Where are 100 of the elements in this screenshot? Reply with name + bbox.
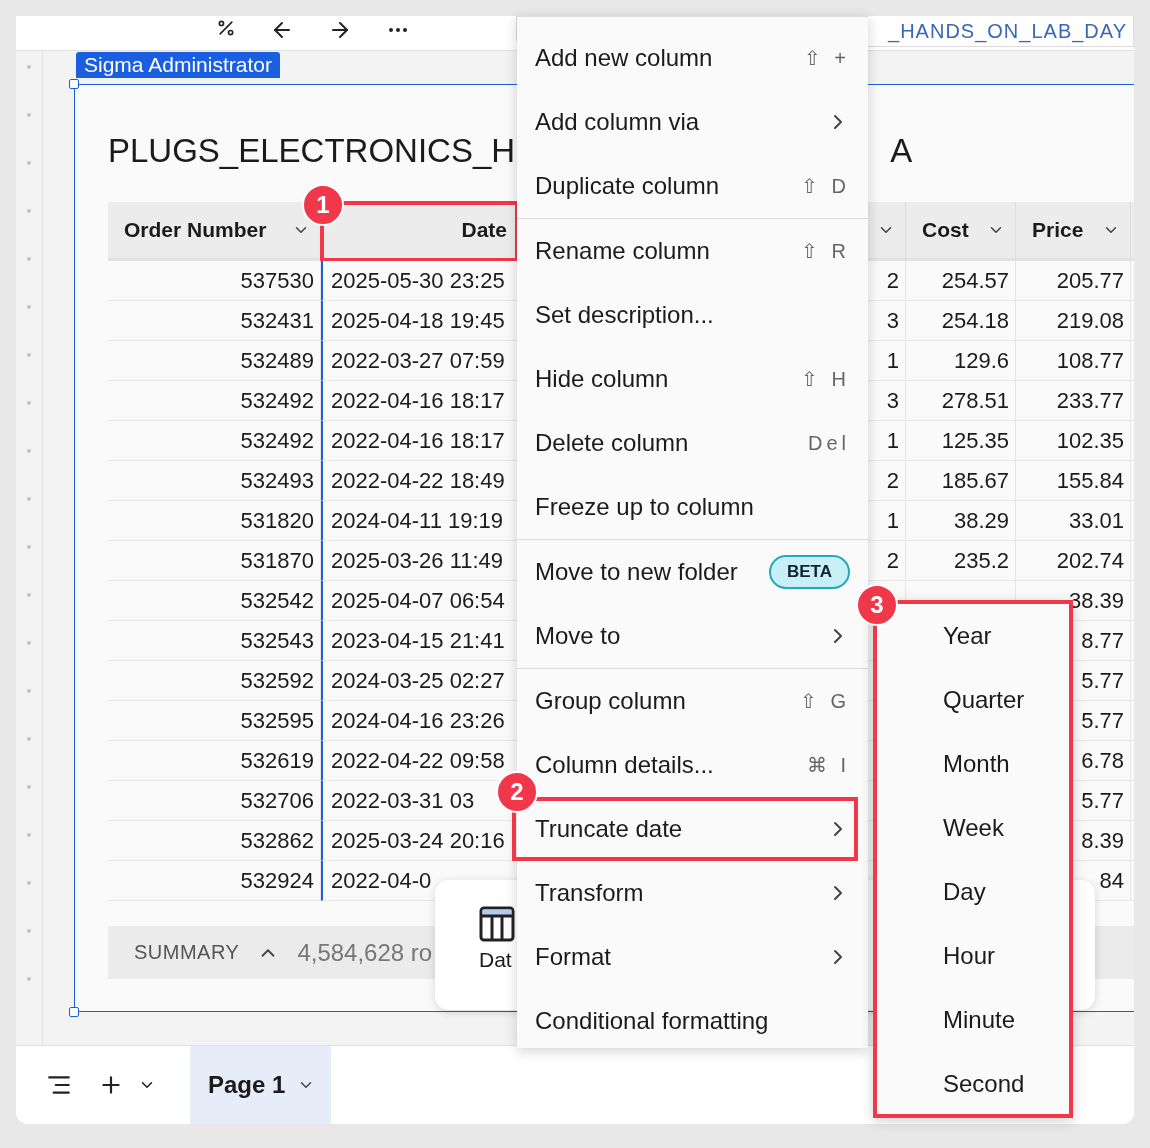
shortcut-hint: ⌘ I [806, 753, 850, 777]
table-cell: 219.08 [1056, 307, 1124, 334]
table-cell: 202.74 [1056, 547, 1124, 574]
ruler-dot [27, 929, 31, 933]
table-cell: 531820 [240, 507, 314, 534]
table-cell: 532543 [240, 627, 314, 654]
table-cell: 8.77 [1081, 627, 1124, 654]
summary-label[interactable]: SUMMARY [134, 941, 240, 964]
table-cell: 5.77 [1081, 707, 1124, 734]
table-cell: 3 [886, 307, 899, 334]
table-cell: 278.51 [941, 387, 1009, 414]
table-cell: 2025-03-24 20:16 [331, 827, 505, 854]
table-title: A [890, 132, 913, 170]
menu-item[interactable]: Minute [877, 988, 1069, 1052]
table-cell: 2024-03-25 02:27 [331, 667, 505, 694]
ruler-dot [27, 305, 31, 309]
table-cell: 532542 [240, 587, 314, 614]
table-cell: 532431 [240, 307, 314, 334]
ruler-dot [27, 257, 31, 261]
ruler-dot [27, 353, 31, 357]
table-cell: 532619 [240, 747, 314, 774]
table-cell: 532595 [240, 707, 314, 734]
menu-item[interactable]: Second [877, 1052, 1069, 1116]
table-cell: 532924 [240, 867, 314, 894]
table-cell: 254.18 [941, 307, 1009, 334]
menu-item[interactable]: Month [877, 732, 1069, 796]
table-cell: 38.29 [953, 507, 1009, 534]
table-cell: 5.77 [1081, 667, 1124, 694]
menu-item[interactable]: Format [517, 925, 868, 989]
table-cell: 531870 [240, 547, 314, 574]
table-cell: 102.35 [1056, 427, 1124, 454]
row-count: 4,584,628 ro [297, 938, 433, 967]
table-cell: 2022-04-0 [331, 867, 432, 894]
table-cell: 2025-04-18 19:45 [331, 307, 505, 334]
menu-item[interactable]: Conditional formatting [517, 989, 868, 1053]
column-header[interactable]: Price [1016, 202, 1131, 261]
ruler-dot [27, 113, 31, 117]
page-tab[interactable]: Page 1 [190, 1046, 332, 1124]
table-cell: 235.2 [953, 547, 1009, 574]
menu-item[interactable]: Add column via [517, 90, 868, 154]
ruler-dot [27, 497, 31, 501]
table-cell: 2 [886, 547, 899, 574]
table-cell: 532706 [240, 787, 314, 814]
resize-handle[interactable] [69, 79, 79, 89]
menu-item[interactable]: Add new column ⇧ + [517, 26, 868, 90]
menu-item[interactable]: Week [877, 796, 1069, 860]
table-cell: 2024-04-11 19:19 [331, 507, 504, 534]
menu-item[interactable]: Transform [517, 861, 868, 925]
table-title: PLUGS_ELECTRONICS_H [108, 132, 516, 170]
table-cell: 532862 [240, 827, 314, 854]
table-cell: 2022-04-16 18:17 [331, 387, 505, 414]
user-tag: Sigma Administrator [76, 52, 280, 78]
column-header[interactable]: Cost [906, 202, 1016, 261]
menu-item[interactable]: Delete column Del [517, 411, 868, 475]
beta-badge: BETA [769, 555, 850, 589]
resize-handle[interactable] [69, 1007, 79, 1017]
menu-item[interactable]: Hide column ⇧ H [517, 347, 868, 411]
menu-item[interactable]: Day [877, 860, 1069, 924]
shortcut-hint: ⇧ D [801, 174, 850, 198]
menu-item[interactable]: Set description... [517, 283, 868, 347]
table-cell: 2022-03-27 07:59 [331, 347, 505, 374]
table-cell: 532489 [240, 347, 314, 374]
table-cell: 33.01 [1068, 507, 1124, 534]
shortcut-hint: ⇧ H [801, 367, 850, 391]
shortcut-hint: Del [808, 431, 850, 455]
table-cell: 2025-03-26 11:49 [331, 547, 504, 574]
table-icon [479, 906, 515, 942]
ruler-dot [27, 449, 31, 453]
table-cell: 2022-04-22 09:58 [331, 747, 505, 774]
menu-item[interactable]: Duplicate column ⇧ D [517, 154, 868, 218]
ruler-dot [27, 641, 31, 645]
menu-item[interactable]: Group column ⇧ G [517, 669, 868, 733]
ruler-dot [27, 401, 31, 405]
table-cell: 233.77 [1056, 387, 1124, 414]
table-cell: 125.35 [941, 427, 1009, 454]
ruler-dot [27, 209, 31, 213]
table-cell: 2022-04-16 18:17 [331, 427, 505, 454]
ruler-dot [27, 833, 31, 837]
menu-item[interactable]: Hour [877, 924, 1069, 988]
percent-icon[interactable] [216, 18, 236, 38]
table-cell: 108.77 [1056, 347, 1124, 374]
table-cell: 537530 [240, 267, 314, 294]
menu-item[interactable]: Freeze up to column [517, 475, 868, 539]
table-cell: 1 [886, 507, 899, 534]
menu-item[interactable]: Quarter [877, 668, 1069, 732]
menu-item[interactable]: Rename column ⇧ R [517, 219, 868, 283]
ruler-dot [27, 593, 31, 597]
table-cell: 532492 [240, 387, 314, 414]
table-cell: 84 [1099, 867, 1124, 894]
table-cell: 2022-04-22 18:49 [331, 467, 505, 494]
ruler-dot [27, 65, 31, 69]
table-cell: 8.39 [1081, 827, 1124, 854]
ruler-dot [27, 785, 31, 789]
table-cell: 2023-04-15 21:41 [331, 627, 505, 654]
ruler-dot [27, 689, 31, 693]
table-cell: 205.77 [1056, 267, 1124, 294]
ruler-dot [27, 881, 31, 885]
shortcut-hint: ⇧ G [799, 689, 850, 713]
shortcut-hint: ⇧ + [803, 46, 850, 70]
table-cell: 155.84 [1056, 467, 1124, 494]
